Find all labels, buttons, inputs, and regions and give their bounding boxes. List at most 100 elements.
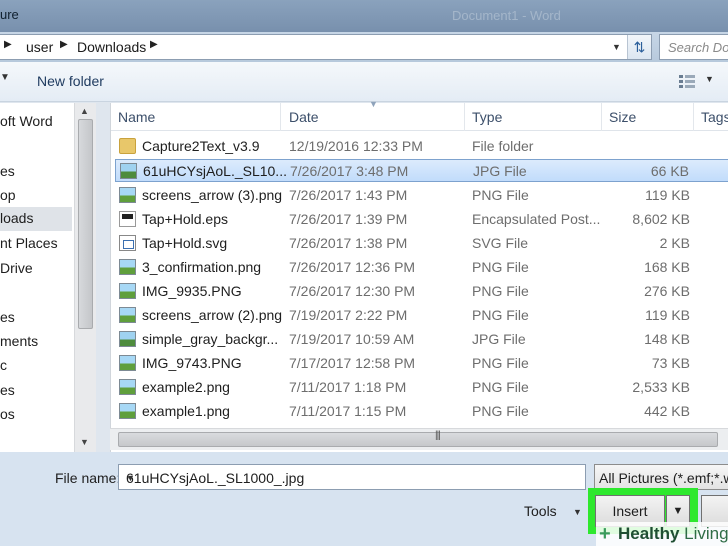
file-row[interactable]: 3_confirmation.png 7/26/2017 12:36 PM PN… (115, 256, 728, 279)
png-file-icon (119, 283, 136, 299)
scroll-up-icon[interactable]: ▲ (80, 106, 89, 116)
png-file-icon (119, 379, 136, 395)
address-row: ▶ user ▶ Downloads ▶ ▼ ⇅ Search Do (0, 32, 728, 62)
breadcrumb-separator-icon[interactable]: ▶ (150, 39, 158, 50)
svg-file-icon (119, 235, 136, 251)
file-size: 442 KB (644, 403, 690, 419)
file-name: Tap+Hold.svg (142, 235, 228, 251)
nav-item-videos[interactable]: os (0, 406, 15, 422)
file-size: 276 KB (644, 283, 690, 299)
nav-item-downloads[interactable]: loads (0, 207, 72, 231)
nav-scrollbar[interactable]: ▲ ▼ (74, 103, 96, 452)
file-type-filter[interactable]: All Pictures (*.emf;*.w (594, 464, 728, 490)
file-row[interactable]: IMG_9743.PNG 7/17/2017 12:58 PM PNG File… (115, 352, 728, 375)
file-name-dropdown-icon[interactable]: ▼ (126, 473, 579, 483)
file-row[interactable]: Capture2Text_v3.9 12/19/2016 12:33 PM Fi… (115, 135, 728, 158)
file-type: Encapsulated Post... (472, 211, 601, 227)
file-row[interactable]: example2.png 7/11/2017 1:18 PM PNG File … (115, 376, 728, 399)
scroll-grip-icon: ||| (435, 430, 441, 441)
png-file-icon (119, 403, 136, 419)
png-file-icon (119, 307, 136, 323)
nav-scroll-thumb[interactable] (78, 119, 93, 329)
nav-item-music[interactable]: c (0, 357, 7, 373)
file-type: PNG File (472, 307, 529, 323)
nav-item-desktop[interactable]: op (0, 187, 16, 203)
file-size: 8,602 KB (632, 211, 690, 227)
nav-item-recent-places[interactable]: nt Places (0, 235, 58, 251)
horizontal-scroll-thumb[interactable] (118, 432, 718, 447)
jpg-file-icon (119, 331, 136, 347)
png-file-icon (119, 187, 136, 203)
tools-button[interactable]: Tools (524, 503, 557, 519)
view-dropdown-icon[interactable]: ▼ (705, 74, 714, 84)
column-size[interactable]: Size (602, 103, 694, 131)
file-name: simple_gray_backgr... (142, 331, 279, 347)
nav-item-documents[interactable]: ments (0, 333, 38, 349)
folder-icon (119, 138, 136, 154)
file-name-field[interactable]: 61uHCYsjAoL._SL1000_.jpg ▼ (118, 464, 586, 490)
file-row[interactable]: simple_gray_backgr... 7/19/2017 10:59 AM… (115, 328, 728, 351)
refresh-icon[interactable]: ⇅ (627, 35, 651, 59)
tools-dropdown-icon[interactable]: ▼ (573, 507, 582, 517)
breadcrumb-separator-icon[interactable]: ▶ (4, 39, 12, 50)
title-bar: ure Document1 - Word (0, 0, 728, 32)
nav-item-drive[interactable]: Drive (0, 260, 33, 276)
file-row[interactable]: screens_arrow (2).png 7/19/2017 2:22 PM … (115, 304, 728, 327)
file-row[interactable]: Tap+Hold.svg 7/26/2017 1:38 PM SVG File … (115, 232, 728, 255)
file-name: screens_arrow (2).png (142, 307, 283, 323)
file-date: 12/19/2016 12:33 PM (289, 138, 423, 154)
nav-item-pictures[interactable]: es (0, 382, 15, 398)
file-name: 61uHCYsjAoL._SL10... (143, 163, 287, 179)
file-date: 7/26/2017 12:36 PM (289, 259, 416, 275)
file-name: Tap+Hold.eps (142, 211, 229, 227)
file-row[interactable]: screens_arrow (3).png 7/26/2017 1:43 PM … (115, 184, 728, 207)
health-cross-icon: + (599, 523, 611, 545)
file-size: 168 KB (644, 259, 690, 275)
nav-item[interactable]: es (0, 309, 15, 325)
file-row[interactable]: IMG_9935.PNG 7/26/2017 12:30 PM PNG File… (115, 280, 728, 303)
file-date: 7/11/2017 1:18 PM (289, 379, 407, 395)
sort-arrow-icon: ▼ (369, 99, 378, 109)
organize-dropdown-icon[interactable]: ▼ (0, 72, 10, 83)
dialog-title: ure (0, 7, 19, 22)
file-type: PNG File (472, 379, 529, 395)
jpg-file-icon (120, 163, 137, 179)
address-bar[interactable]: ▶ user ▶ Downloads ▶ ▼ ⇅ (0, 34, 652, 60)
file-row[interactable]: Tap+Hold.eps 7/26/2017 1:39 PM Encapsula… (115, 208, 728, 231)
png-file-icon (119, 355, 136, 371)
file-row[interactable]: example1.png 7/11/2017 1:15 PM PNG File … (115, 400, 728, 423)
column-type[interactable]: Type (465, 103, 602, 131)
horizontal-scrollbar[interactable]: ||| (110, 428, 728, 450)
eps-file-icon (119, 211, 136, 227)
breadcrumb-user[interactable]: user (26, 39, 53, 55)
file-date: 7/17/2017 12:58 PM (289, 355, 416, 371)
file-size: 2,533 KB (632, 379, 690, 395)
column-tags[interactable]: Tags (694, 103, 728, 131)
file-size: 2 KB (659, 235, 690, 251)
scroll-down-icon[interactable]: ▼ (80, 437, 89, 447)
address-dropdown-icon[interactable]: ▼ (612, 35, 626, 59)
file-type: File folder (472, 138, 534, 154)
nav-item-word[interactable]: oft Word (0, 113, 53, 129)
column-name[interactable]: Name (111, 103, 281, 131)
search-input[interactable]: Search Do (659, 34, 728, 60)
nav-item[interactable]: es (0, 163, 15, 179)
file-type: PNG File (472, 355, 529, 371)
new-folder-button[interactable]: New folder (37, 73, 104, 89)
view-options-icon[interactable] (678, 74, 696, 90)
file-type: JPG File (472, 331, 526, 347)
file-date: 7/26/2017 1:38 PM (289, 235, 408, 251)
file-type-filter-value: All Pictures (*.emf;*.w (599, 470, 728, 486)
breadcrumb-separator-icon[interactable]: ▶ (60, 39, 68, 50)
file-row-selected[interactable]: 61uHCYsjAoL._SL10... 7/26/2017 3:48 PM J… (115, 159, 728, 182)
search-placeholder: Search Do (668, 40, 728, 55)
file-name: screens_arrow (3).png (142, 187, 283, 203)
file-name: IMG_9935.PNG (142, 283, 242, 299)
file-type: JPG File (473, 163, 527, 179)
png-file-icon (119, 259, 136, 275)
breadcrumb-downloads[interactable]: Downloads (77, 39, 146, 55)
watermark-logo: + Healthy Living (596, 522, 728, 546)
file-date: 7/19/2017 2:22 PM (289, 307, 408, 323)
file-type: PNG File (472, 259, 529, 275)
file-size: 119 KB (645, 307, 690, 323)
